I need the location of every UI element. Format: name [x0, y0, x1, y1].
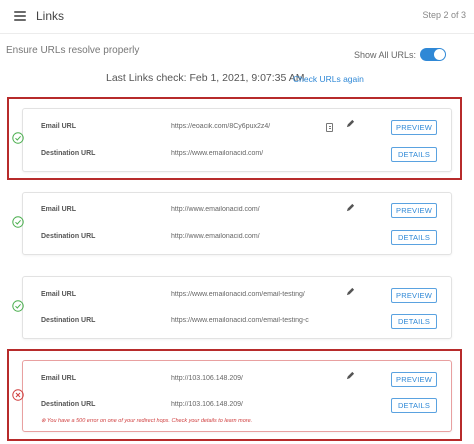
- email-url-label: Email URL: [41, 206, 77, 213]
- details-button[interactable]: DETAILS: [391, 398, 437, 413]
- destination-url-value: http://103.106.148.209/: [171, 401, 244, 408]
- email-url-value: http://103.106.148.209/: [171, 375, 244, 382]
- email-url-value: https://www.emailonacid.com/email-testin…: [171, 291, 305, 298]
- hamburger-menu-icon[interactable]: [14, 11, 26, 21]
- preview-button[interactable]: PREVIEW: [391, 203, 437, 218]
- step-indicator: Step 2 of 3: [422, 10, 466, 20]
- destination-url-value: https://www.emailonacid.com/: [171, 150, 264, 157]
- email-url-label: Email URL: [41, 375, 77, 382]
- toggle-knob: [434, 49, 445, 60]
- link-card: Email URL https://eoacik.com/8Cy6pux2z4/…: [22, 108, 452, 172]
- preview-button[interactable]: PREVIEW: [391, 372, 437, 387]
- error-circle-icon: [12, 389, 24, 401]
- preview-button[interactable]: PREVIEW: [391, 120, 437, 135]
- last-links-check-text: Last Links check: Feb 1, 2021, 9:07:35 A…: [106, 72, 305, 84]
- redirect-error-message: ⊗ You have a 500 error on one of your re…: [41, 418, 252, 424]
- show-all-urls-toggle[interactable]: [420, 48, 446, 61]
- destination-url-label: Destination URL: [41, 317, 96, 324]
- email-url-value: http://www.emailonacid.com/: [171, 206, 260, 213]
- destination-url-label: Destination URL: [41, 401, 96, 408]
- destination-url-label: Destination URL: [41, 150, 96, 157]
- pencil-edit-icon[interactable]: [346, 203, 355, 212]
- check-circle-icon: [12, 216, 24, 228]
- redirect-error-text: You have a 500 error on one of your redi…: [47, 418, 253, 424]
- document-icon[interactable]: [326, 123, 333, 132]
- check-circle-icon: [12, 300, 24, 312]
- header-bar: Links Step 2 of 3: [0, 0, 474, 34]
- details-button[interactable]: DETAILS: [391, 147, 437, 162]
- pencil-edit-icon[interactable]: [346, 119, 355, 128]
- link-card: Email URL https://www.emailonacid.com/em…: [22, 276, 452, 339]
- link-card: Email URL http://www.emailonacid.com/ PR…: [22, 192, 452, 255]
- email-url-label: Email URL: [41, 123, 77, 130]
- details-button[interactable]: DETAILS: [391, 230, 437, 245]
- pencil-edit-icon[interactable]: [346, 287, 355, 296]
- preview-button[interactable]: PREVIEW: [391, 288, 437, 303]
- page-subtitle: Ensure URLs resolve properly: [6, 45, 140, 56]
- destination-url-value: http://www.emailonacid.com/: [171, 233, 260, 240]
- link-card-error: Email URL http://103.106.148.209/ PREVIE…: [22, 360, 452, 432]
- check-urls-again-link[interactable]: Check URLs again: [293, 74, 364, 84]
- show-all-urls-label: Show All URLs:: [354, 50, 417, 60]
- pencil-edit-icon[interactable]: [346, 371, 355, 380]
- details-button[interactable]: DETAILS: [391, 314, 437, 329]
- destination-url-label: Destination URL: [41, 233, 96, 240]
- destination-url-value: https://www.emailonacid.com/email-testin…: [171, 317, 309, 324]
- page-title: Links: [36, 9, 65, 23]
- check-circle-icon: [12, 132, 24, 144]
- email-url-label: Email URL: [41, 291, 77, 298]
